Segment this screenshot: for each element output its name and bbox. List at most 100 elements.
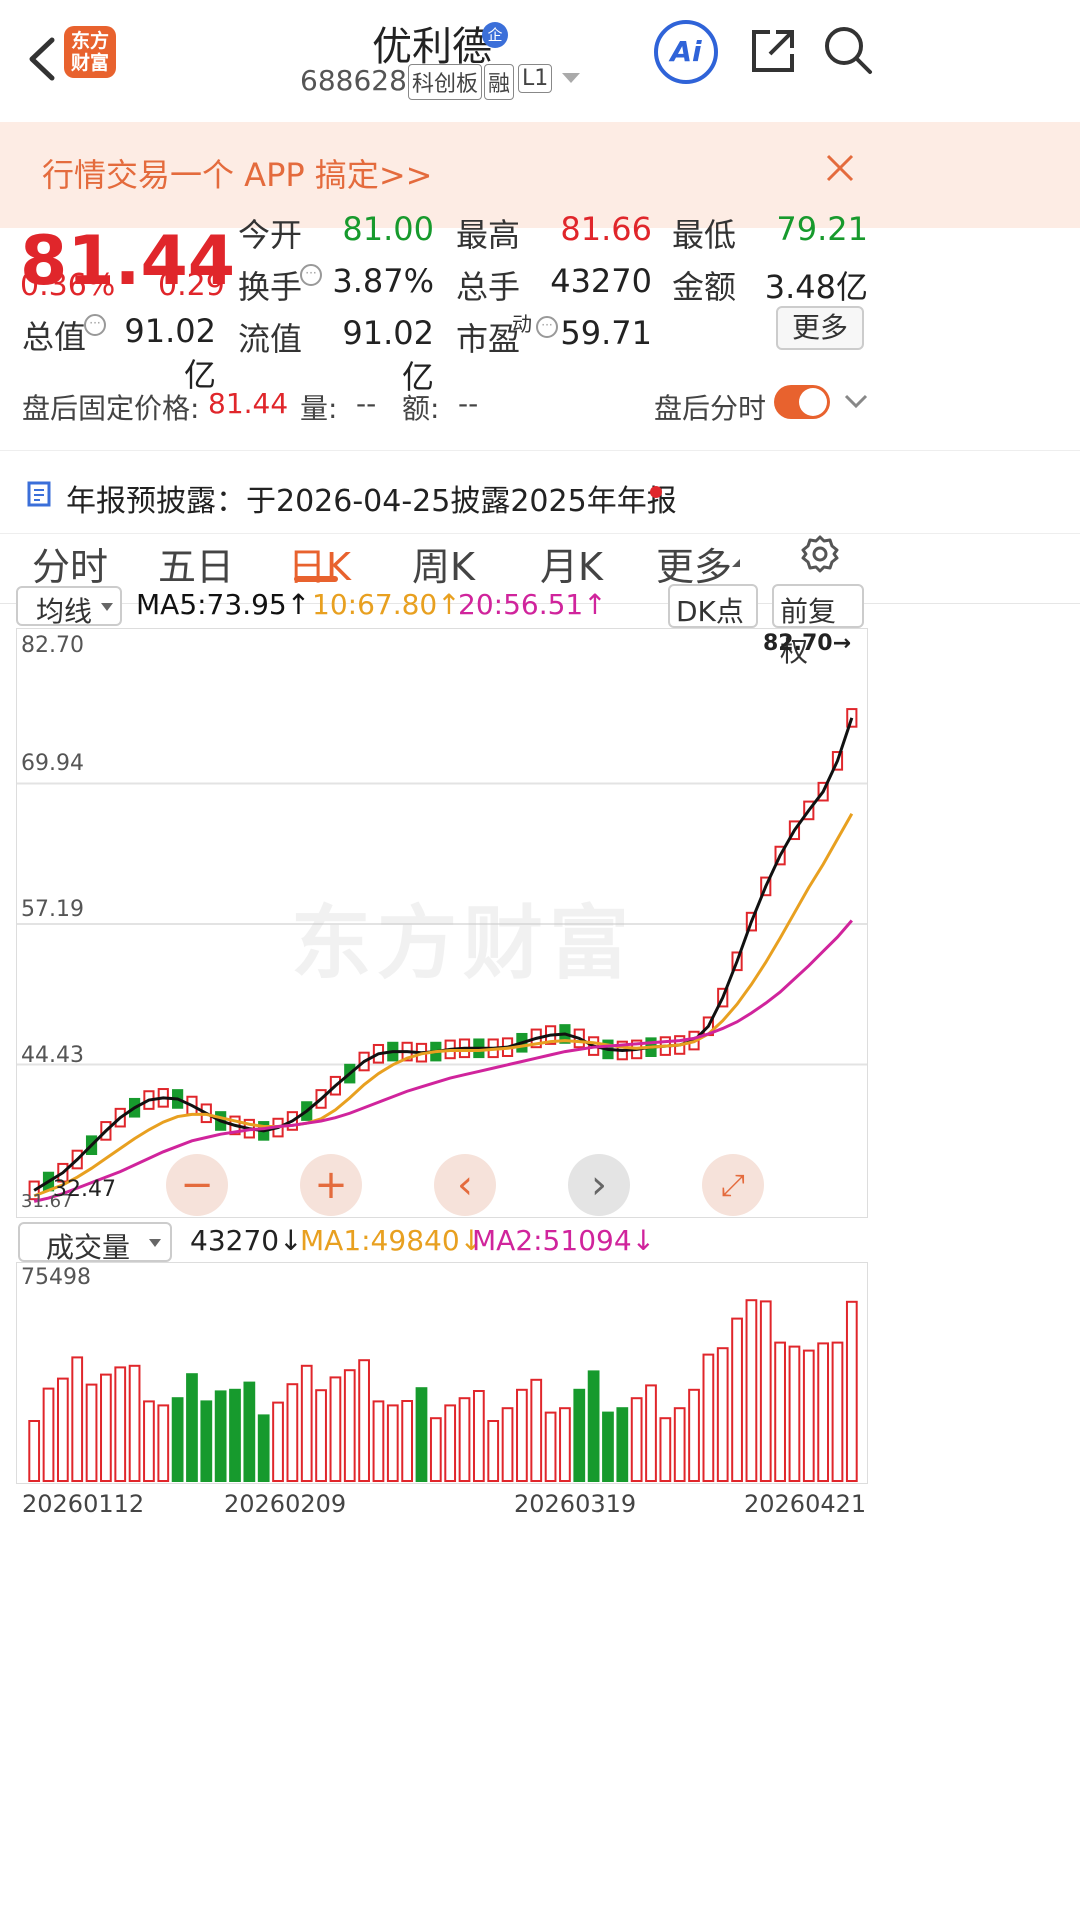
volume-bar [458,1397,471,1482]
after-hours-toggle[interactable] [774,385,830,419]
info-icon[interactable]: ··· [300,264,322,286]
fullscreen-icon[interactable]: ⤢ [702,1154,764,1216]
share-icon[interactable] [748,26,798,80]
volume-bar [673,1407,686,1482]
tag-level: L1 [518,64,553,93]
volume-select-label: 成交量 [46,1231,131,1264]
volume-bar [688,1388,700,1482]
y-tick-label: 44.43 [21,1043,84,1068]
volume-bar [702,1353,715,1482]
low-label: 最低 [672,216,737,254]
enterprise-badge-icon: 企 [482,22,508,48]
volume-bar [358,1359,370,1482]
volume-value: 43270↓ [190,1224,303,1257]
ma-line-10 [33,812,854,1198]
volume-bar [372,1400,385,1482]
after-hours-label: 盘后固定价格: [22,392,200,425]
after-hours-amt-label: 额: [402,392,440,425]
high-label: 最高 [456,216,521,254]
after-hours-amt: -- [458,387,479,420]
app-logo: 东方 财富 [64,26,116,78]
volume-bar [802,1349,815,1482]
ai-button[interactable]: Ai [654,20,718,84]
volume-bar [343,1369,356,1482]
dk-point-button[interactable]: DK点 [668,584,758,628]
volume-bar [759,1300,772,1483]
low-value: 79.21 [776,210,868,248]
volume-bar [472,1390,485,1482]
date-tick: 20260209 [224,1490,347,1518]
volume-bar [645,1384,657,1482]
tag-margin: 融 [484,64,515,100]
volume-bar [516,1388,528,1482]
y-tick-label: 75498 [21,1265,91,1290]
volume-bar [544,1411,557,1483]
turnover-value: 3.87% [332,262,434,300]
volume-bar [487,1420,500,1482]
pe-value: 59.71 [560,314,652,352]
scroll-left-button[interactable]: ‹ [434,1154,496,1216]
more-button[interactable]: 更多 [776,306,864,350]
info-icon[interactable]: ··· [84,314,106,336]
zoom-in-button[interactable]: + [300,1154,362,1216]
scroll-right-button[interactable]: › [568,1154,630,1216]
float-label: 流值 [238,320,303,358]
volume-ma2: MA2:51094↓ [472,1224,656,1257]
adjust-button[interactable]: 前复权 [772,584,864,668]
dropdown-caret-icon[interactable] [560,70,582,90]
volume-bar [329,1376,342,1482]
info-icon[interactable]: ··· [536,316,558,338]
settings-gear-icon[interactable] [800,534,840,578]
volume-bar [214,1390,227,1482]
max-price-marker: 82.70→ [763,631,852,656]
indicator-select[interactable]: 均线 [16,586,122,628]
chevron-down-icon[interactable] [844,393,868,413]
after-hours-price: 81.44 [208,387,289,420]
kline-chart[interactable]: 东方财富 82.70 69.94 57.19 44.43 31.67 82.70… [16,628,868,1218]
volume-bar [186,1373,198,1482]
volume-bar [444,1404,457,1482]
close-icon[interactable] [824,152,856,188]
zoom-out-button[interactable]: − [166,1154,228,1216]
volume-bar [300,1364,313,1482]
volume-bar [630,1397,643,1482]
ai-label: Ai [670,35,702,68]
after-hours-qty: -- [356,387,377,420]
after-hours-toggle-label: 盘后分时 [654,392,767,425]
volume-select[interactable]: 成交量 [18,1222,172,1264]
volume-ma1: MA1:49840↓ [300,1224,484,1257]
volume-bar [501,1407,514,1482]
tag-board: 科创板 [408,64,483,100]
volume-bar [745,1299,758,1483]
volume-bar [845,1300,858,1482]
volume-bar [616,1407,629,1482]
change-value: 0.29 [158,268,225,303]
amount-value: 3.48亿 [764,268,868,306]
amount-label: 金额 [672,268,737,306]
volume-bar [774,1341,786,1482]
volume-chart[interactable]: 75498 [16,1262,868,1484]
date-tick: 20260421 [744,1490,867,1518]
volume-bar [56,1377,69,1482]
total-value-label: 总值 [22,318,87,356]
volume-bar [831,1341,844,1482]
high-value: 81.66 [560,210,652,248]
volume-bar [100,1373,112,1482]
logo-text-2: 财富 [70,52,109,74]
ma10-value: 10:67.80↑ [312,588,461,621]
volume-bar [817,1342,830,1483]
y-tick-label: 82.70 [21,633,84,658]
volume-bar [530,1378,543,1482]
volume-bar [28,1420,41,1482]
volume-bar [243,1381,256,1482]
back-icon[interactable] [22,34,62,84]
y-tick-label: 57.19 [21,897,84,922]
pe-label: 市盈 [456,320,521,358]
date-tick: 20260112 [22,1490,145,1518]
volume-bar [128,1364,141,1482]
dk-point-label: DK点 [676,595,744,628]
volume-bar [587,1370,600,1482]
volume-bar [143,1400,155,1482]
search-icon[interactable] [822,24,874,80]
ma5-value: MA5:73.95↑ [136,588,311,621]
